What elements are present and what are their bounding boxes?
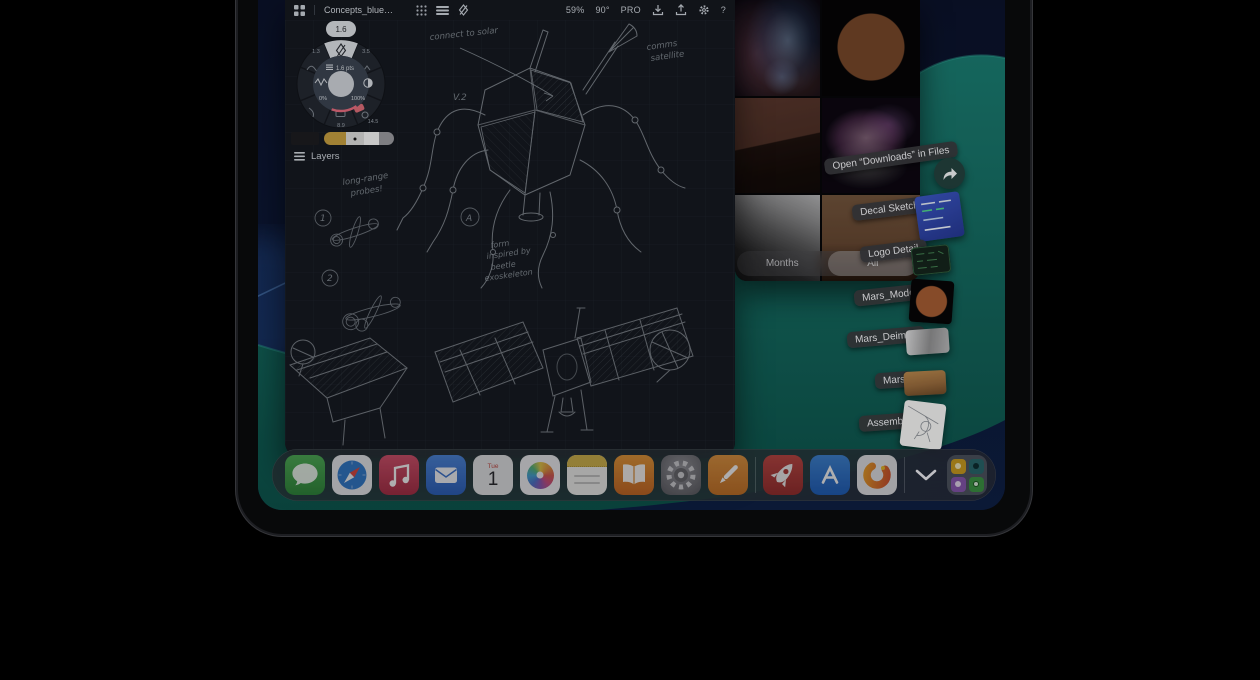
dock-app-appstore[interactable] xyxy=(810,455,850,495)
app-library-mini-yellow xyxy=(951,459,966,474)
photo-mars-globe[interactable] xyxy=(822,0,920,96)
forward-arrow-icon xyxy=(942,167,958,181)
photo-mars-desert[interactable] xyxy=(735,98,820,193)
drag-thumb-mars-model[interactable] xyxy=(909,279,955,325)
canvas-rotation[interactable]: 90° xyxy=(595,5,609,15)
stage: 1 2 A connect to solar comms satellite V… xyxy=(0,0,1260,680)
palette-color-gold[interactable] xyxy=(324,132,346,145)
opacity-max-label: 100% xyxy=(351,96,365,102)
messages-bubble-icon xyxy=(285,455,325,495)
dock-app-photos[interactable] xyxy=(520,455,560,495)
color-preview-circle[interactable] xyxy=(328,71,354,97)
calendar-day: 1 xyxy=(488,470,499,490)
palette-color-lightgray-selected[interactable] xyxy=(346,132,364,145)
toolbar-divider xyxy=(314,5,315,15)
document-title[interactable]: Concepts_blue… xyxy=(324,5,393,15)
photos-app-window: Months All xyxy=(735,0,920,281)
callout-1: 1 xyxy=(320,214,326,224)
concepts-c-icon xyxy=(857,455,897,495)
share-forward-button[interactable] xyxy=(934,158,965,189)
settings-gear-icon xyxy=(661,455,701,495)
hamburger-icon xyxy=(294,152,305,161)
dock-app-books[interactable] xyxy=(614,455,654,495)
layers-button[interactable]: Layers xyxy=(294,151,340,162)
palette-color-black[interactable] xyxy=(291,132,319,145)
drag-thumb-decal-sketches[interactable] xyxy=(914,191,965,242)
layers-label: Layers xyxy=(311,151,340,162)
app-library-button[interactable] xyxy=(947,455,987,495)
app-library-mini-teal xyxy=(969,459,984,474)
dock-app-messages[interactable] xyxy=(285,455,325,495)
mail-envelope-icon xyxy=(426,455,466,495)
dock-app-calendar[interactable]: Tue 1 xyxy=(473,455,513,495)
palette-color-gray[interactable] xyxy=(379,132,394,145)
pen-icon xyxy=(708,455,748,495)
callout-a: A xyxy=(465,214,472,224)
dock-app-music[interactable] xyxy=(379,455,419,495)
import-icon[interactable] xyxy=(652,4,664,16)
dock-app-settings[interactable] xyxy=(661,455,701,495)
drag-thumb-assembly[interactable] xyxy=(899,400,946,451)
dock-app-draw[interactable] xyxy=(708,455,748,495)
gallery-grid-icon[interactable] xyxy=(294,5,305,16)
safari-compass-icon xyxy=(332,455,372,495)
app-library-mini-purple xyxy=(951,477,966,492)
ring-size-3: 14.5 xyxy=(368,119,379,125)
ipad-screen: 1 2 A connect to solar comms satellite V… xyxy=(258,0,1005,510)
dock-app-notes[interactable] xyxy=(567,455,607,495)
app-library-mini-green xyxy=(969,477,984,492)
drag-thumb-mars-deimos[interactable] xyxy=(905,328,950,356)
appstore-a-icon xyxy=(810,455,850,495)
photo-orion-nebula[interactable] xyxy=(822,98,920,193)
dock-collapse-chevron[interactable] xyxy=(912,455,940,495)
selected-color-dot xyxy=(354,137,357,140)
concepts-toolbar: Concepts_blue… 59% 90° PRO xyxy=(285,0,735,20)
dock-divider xyxy=(904,457,905,493)
help-button[interactable]: ? xyxy=(721,5,726,15)
music-note-icon xyxy=(379,455,419,495)
notes-line xyxy=(574,475,600,477)
layers-stack-icon[interactable] xyxy=(436,5,449,16)
ring-size-4: 8.9 xyxy=(337,123,345,129)
selected-tool-segment[interactable] xyxy=(324,40,358,58)
color-palette xyxy=(291,132,394,145)
pen-nib-icon[interactable] xyxy=(458,4,469,16)
tab-months[interactable]: Months xyxy=(737,251,828,276)
drag-thumb-logo-detail[interactable] xyxy=(911,244,952,276)
opacity-min-label: 0% xyxy=(319,96,327,102)
drag-thumb-mars[interactable] xyxy=(903,370,946,396)
palette-color-white[interactable] xyxy=(364,132,379,145)
precision-grid-icon[interactable] xyxy=(416,5,427,16)
photo-grid xyxy=(735,0,920,281)
dock-app-rocket[interactable] xyxy=(763,455,803,495)
books-open-book-icon xyxy=(614,455,654,495)
pro-badge[interactable]: PRO xyxy=(621,5,641,15)
dock: Tue 1 xyxy=(272,449,996,501)
dock-app-safari[interactable] xyxy=(332,455,372,495)
callout-2: 2 xyxy=(327,274,333,284)
rocket-icon xyxy=(763,455,803,495)
ring-size-1: 1.3 xyxy=(312,49,320,55)
active-tool-size: 1.6 xyxy=(335,25,347,34)
svg-text:V.2: V.2 xyxy=(453,93,467,103)
tool-wheel[interactable]: 1.6 1.3 xyxy=(293,20,389,132)
notes-band xyxy=(567,455,607,467)
dock-app-concepts[interactable] xyxy=(857,455,897,495)
settings-gear-icon[interactable] xyxy=(698,4,710,16)
photos-flower-icon xyxy=(527,462,554,489)
notes-line xyxy=(574,482,600,484)
ring-size-2: 3.5 xyxy=(362,49,370,55)
dock-divider xyxy=(755,457,756,493)
stroke-size-readout: 1.6 pts xyxy=(336,66,354,72)
dock-app-mail[interactable] xyxy=(426,455,466,495)
export-share-icon[interactable] xyxy=(675,4,687,16)
photo-nebula[interactable] xyxy=(735,0,820,96)
concepts-app-window: 1 2 A connect to solar comms satellite V… xyxy=(285,0,735,458)
zoom-level[interactable]: 59% xyxy=(566,5,585,15)
chevron-down-icon xyxy=(915,469,937,481)
